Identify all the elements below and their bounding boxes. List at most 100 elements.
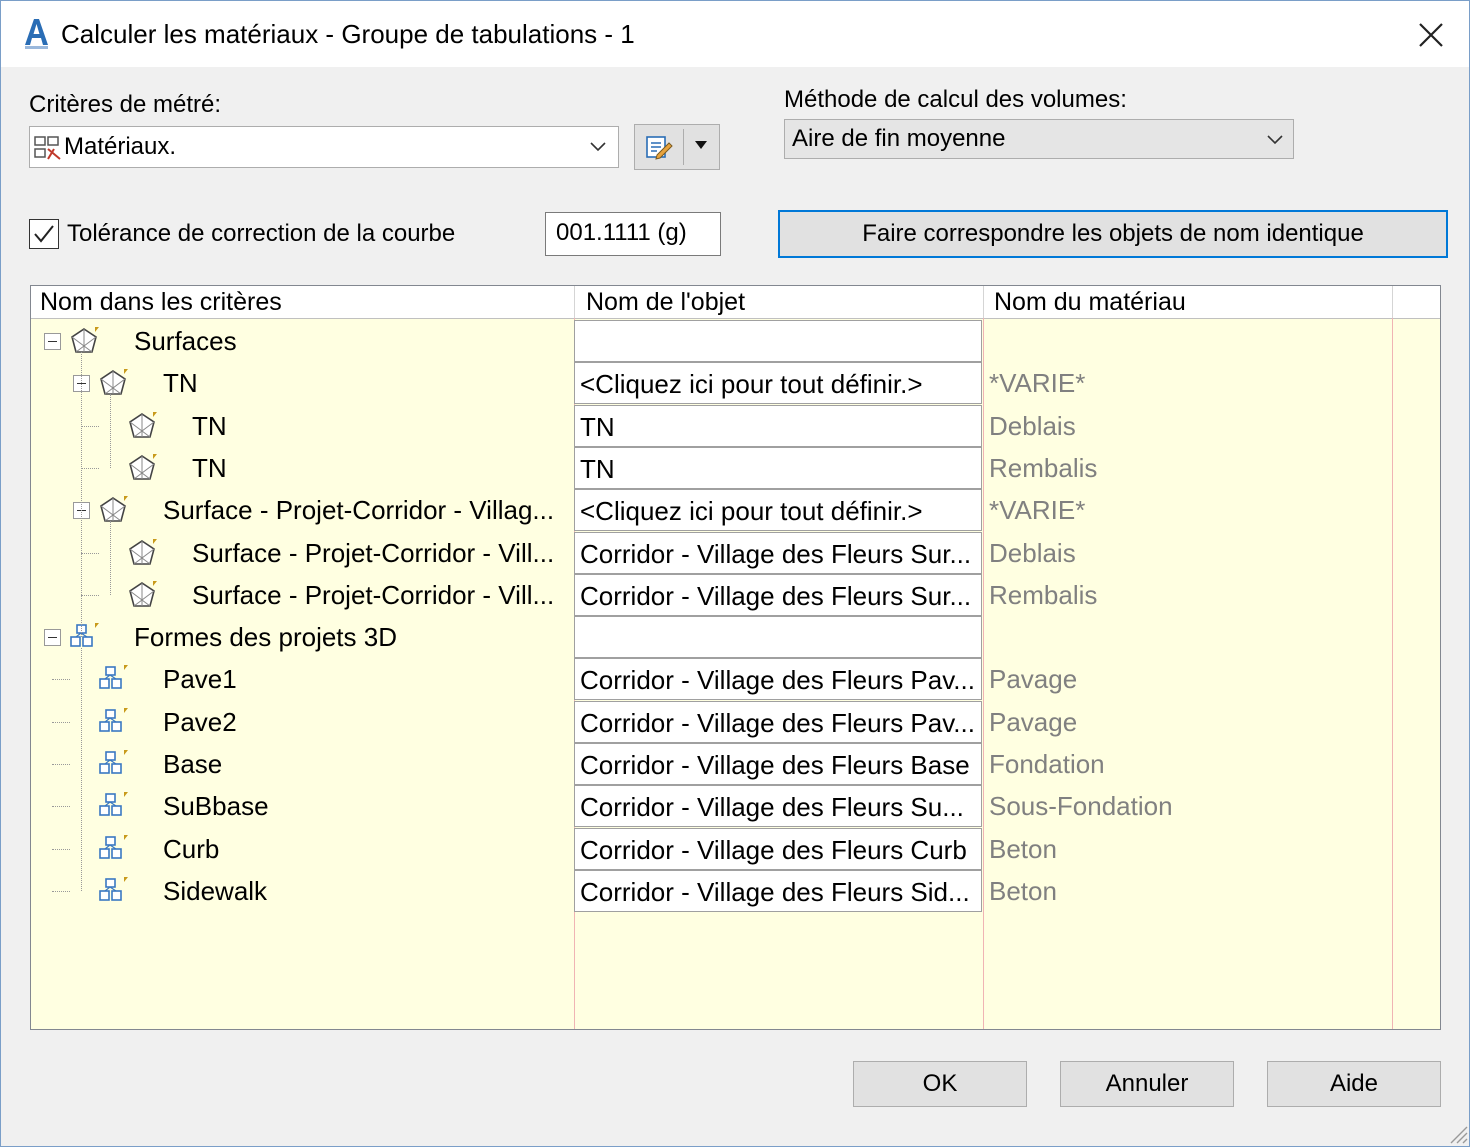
criteria-name-cell: Surface - Projet-Corridor - Vill... [192,537,555,568]
object-name-cell[interactable]: Corridor - Village des Fleurs Sur... [574,531,982,574]
table-row[interactable]: Surfaces [31,320,1440,362]
criteria-name-cell: TN [163,368,198,399]
object-name-cell[interactable]: <Cliquez ici pour tout définir.> [574,362,982,405]
close-icon[interactable] [1411,15,1451,55]
dialog-window: Calculer les matériaux - Groupe de tabul… [0,0,1470,1147]
volume-method-dropdown[interactable]: Aire de fin moyenne [784,119,1294,159]
table-row[interactable]: Sidewalk Corridor - Village des Fleurs Si… [31,869,1440,912]
match-identical-names-button[interactable]: Faire correspondre les objets de nom ide… [778,210,1448,258]
material-name-cell[interactable]: *VARIE* [989,495,1085,526]
window-title: Calculer les matériaux - Groupe de tabul… [61,19,635,49]
table-row[interactable]: TN <Cliquez ici pour tout définir.> *VARIE… [31,362,1440,405]
tree-connector [81,594,99,597]
tolerance-checkbox[interactable] [29,219,59,249]
column-header-criteria-name[interactable]: Nom dans les critères [40,288,282,317]
material-name-cell[interactable]: Rembalis [989,453,1097,484]
tree-connector [52,806,70,808]
surface-icon [129,453,157,480]
criteria-name-cell: Base [163,749,223,779]
volume-method-label: Méthode de calcul des volumes: [784,86,1127,113]
criteria-name-cell: Surface - Projet-Corridor - Villag... [163,495,555,526]
object-name-cell[interactable]: <Cliquez ici pour tout définir.> [574,489,982,532]
ok-button[interactable]: OK [853,1061,1027,1107]
table-row[interactable]: TN TN Rembalis [31,446,1440,489]
resize-grip-icon[interactable] [1445,1121,1469,1145]
column-header-object-name[interactable]: Nom de l'objet [586,288,745,317]
corridor-shape-icon [99,792,128,817]
criteria-name-cell: Sidewalk [163,875,268,906]
material-name-cell[interactable]: Fondation [989,749,1105,780]
corridor-shape-icon [99,834,128,859]
tree-connector [81,425,99,428]
criteria-name-cell: Pave2 [163,706,237,737]
table-row[interactable]: TN TN Deblais [31,404,1440,447]
table-row[interactable]: Base Corridor - Village des Fleurs Base Fo… [31,743,1440,785]
table-row[interactable]: Pave2 Corridor - Village des Fleurs Pav..… [31,700,1440,743]
object-name-cell[interactable]: Corridor - Village des Fleurs Sid... [574,869,982,912]
material-name-cell[interactable]: Pavage [989,707,1077,738]
caret-down-icon[interactable] [693,139,709,151]
tree-connector [81,467,99,470]
material-name-cell[interactable]: Deblais [989,538,1076,569]
criteria-name-cell: TN [192,452,227,483]
object-name-text: TN [580,411,615,442]
object-name-text: TN [580,453,615,484]
criteria-name-cell: Surface - Projet-Corridor - Vill... [192,579,555,610]
table-row[interactable]: Surface - Projet-Corridor - Villag... <Cl… [31,489,1440,532]
criteria-dropdown[interactable]: Matériaux. [29,126,619,168]
surface-icon [100,496,128,522]
corridor-shape-icon [99,665,128,690]
column-header-material-name[interactable]: Nom du matériau [994,288,1186,317]
header-divider [983,286,984,318]
tree-connector [52,679,70,681]
criteria-label: Critères de métré: [29,91,222,118]
header-divider [574,286,575,318]
object-name-cell[interactable]: TN [574,404,982,447]
collapse-toggle-icon[interactable] [44,333,61,350]
object-name-text: Corridor - Village des Fleurs Sid... [580,876,970,907]
surface-icon [129,411,157,438]
object-name-cell[interactable]: Corridor - Village des Fleurs Curb [574,827,982,870]
tree-connector [52,890,70,893]
object-name-cell[interactable]: Corridor - Village des Fleurs Su... [574,785,982,828]
object-name-text: Corridor - Village des Fleurs Pav... [580,707,975,738]
table-row[interactable]: Surface - Projet-Corridor - Vill... Corri… [31,531,1440,574]
help-button[interactable]: Aide [1267,1061,1441,1107]
table-row[interactable]: SuBbase Corridor - Village des Fleurs Su.… [31,785,1440,828]
material-name-cell[interactable]: *VARIE* [989,368,1085,399]
title-bar: Calculer les matériaux - Groupe de tabul… [1,1,1469,67]
tolerance-input[interactable]: 001.1111 (g) [545,212,721,256]
criteria-name-cell: Curb [163,833,220,864]
cancel-button[interactable]: Annuler [1060,1061,1234,1107]
object-name-cell[interactable] [574,616,982,659]
table-row[interactable]: Pave1 Corridor - Village des Fleurs Pav..… [31,658,1440,701]
object-name-cell[interactable]: Corridor - Village des Fleurs Pav... [574,700,982,743]
object-name-text: Corridor - Village des Fleurs Base [580,750,970,780]
material-name-cell[interactable]: Pavage [989,664,1077,695]
object-name-cell[interactable]: Corridor - Village des Fleurs Pav... [574,658,982,701]
object-name-cell[interactable]: Corridor - Village des Fleurs Sur... [574,573,982,616]
tolerance-label[interactable]: Tolérance de correction de la courbe [67,220,455,248]
table-row[interactable]: Curb Corridor - Village des Fleurs Curb Be… [31,827,1440,870]
object-name-cell[interactable] [574,320,982,362]
object-name-text: Corridor - Village des Fleurs Curb [580,834,967,865]
object-name-text: <Cliquez ici pour tout définir.> [580,496,923,527]
collapse-toggle-icon[interactable] [44,629,61,647]
corridor-shape-icon [70,623,99,647]
material-name-cell[interactable]: Sous-Fondation [989,791,1173,822]
material-name-cell[interactable]: Beton [989,876,1057,907]
material-name-cell[interactable]: Beton [989,834,1057,865]
quantity-criteria-icon [34,136,61,160]
chevron-down-icon [590,142,606,152]
tree-connector [81,352,83,638]
grid-header: Nom dans les critères Nom de l'objet Nom… [31,286,1440,319]
material-name-cell[interactable]: Rembalis [989,580,1097,611]
criteria-name-cell: SuBbase [163,791,269,822]
material-name-cell[interactable]: Deblais [989,411,1076,442]
table-row[interactable]: Surface - Projet-Corridor - Vill... Corri… [31,573,1440,616]
edit-criteria-split-button[interactable] [634,124,720,170]
object-name-cell[interactable]: TN [574,446,982,489]
tree-connector [52,721,70,724]
table-row[interactable]: Formes des projets 3D [31,616,1440,659]
object-name-cell[interactable]: Corridor - Village des Fleurs Base [574,743,982,785]
